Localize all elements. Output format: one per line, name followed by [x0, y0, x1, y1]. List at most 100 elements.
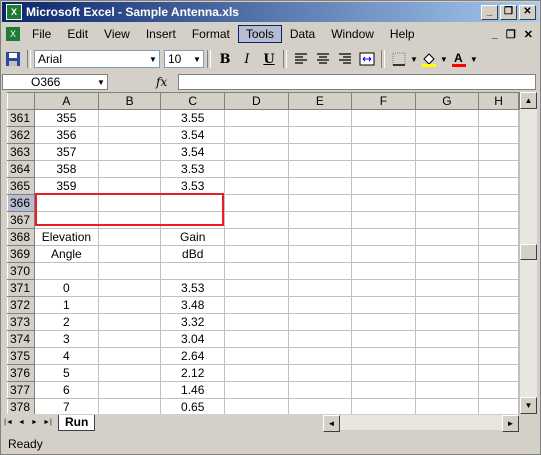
cell-b[interactable] — [97, 245, 162, 263]
cell-empty[interactable] — [287, 245, 353, 263]
cell-empty[interactable] — [414, 381, 480, 399]
align-center-icon[interactable] — [312, 48, 334, 70]
cell-empty[interactable] — [287, 160, 353, 178]
cell-a[interactable]: 0 — [33, 279, 99, 297]
row-header[interactable]: 362 — [7, 126, 35, 144]
restore-button[interactable]: ❐ — [500, 5, 517, 20]
menu-edit[interactable]: Edit — [59, 25, 96, 43]
column-header-d[interactable]: D — [224, 92, 289, 110]
cell-empty[interactable] — [414, 296, 480, 314]
cell-c[interactable]: dBd — [160, 245, 226, 263]
cell-a[interactable]: 4 — [33, 347, 99, 365]
cell-empty[interactable] — [478, 228, 519, 246]
cell-empty[interactable] — [351, 109, 416, 127]
column-header-f[interactable]: F — [351, 92, 416, 110]
cell-empty[interactable] — [478, 398, 519, 414]
save-icon[interactable] — [2, 48, 24, 70]
cell-empty[interactable] — [224, 381, 289, 399]
cell-empty[interactable] — [414, 109, 480, 127]
workbook-icon[interactable]: X — [6, 27, 20, 41]
cell-empty[interactable] — [414, 160, 480, 178]
row-header[interactable]: 378 — [7, 398, 35, 414]
cell-b[interactable] — [97, 211, 162, 229]
cell-empty[interactable] — [478, 262, 519, 280]
cell-b[interactable] — [97, 194, 162, 212]
borders-icon[interactable] — [388, 48, 410, 70]
close-button[interactable]: ✕ — [519, 5, 536, 20]
cell-empty[interactable] — [287, 228, 353, 246]
cell-empty[interactable] — [287, 126, 353, 144]
row-header[interactable]: 375 — [7, 347, 35, 365]
workbook-close-button[interactable]: ✕ — [524, 28, 533, 41]
cell-empty[interactable] — [287, 262, 353, 280]
cell-empty[interactable] — [287, 330, 353, 348]
scroll-thumb[interactable] — [520, 244, 537, 260]
cell-empty[interactable] — [351, 398, 416, 414]
cell-empty[interactable] — [478, 296, 519, 314]
cell-b[interactable] — [97, 279, 162, 297]
cell-b[interactable] — [97, 143, 162, 161]
menu-tools[interactable]: Tools — [237, 25, 282, 43]
row-header[interactable]: 374 — [7, 330, 35, 348]
cell-a[interactable]: 3 — [33, 330, 99, 348]
cell-empty[interactable] — [414, 364, 480, 382]
cell-empty[interactable] — [478, 347, 519, 365]
cell-a[interactable]: 358 — [33, 160, 99, 178]
cell-empty[interactable] — [414, 143, 480, 161]
cell-c[interactable]: 3.54 — [160, 126, 226, 144]
cell-empty[interactable] — [351, 330, 416, 348]
select-all-corner[interactable] — [7, 92, 35, 110]
cell-b[interactable] — [97, 398, 162, 414]
cell-b[interactable] — [97, 296, 162, 314]
row-header[interactable]: 372 — [7, 296, 35, 314]
cell-c[interactable] — [160, 194, 226, 212]
cell-empty[interactable] — [478, 330, 519, 348]
menu-file[interactable]: File — [24, 25, 59, 43]
cell-empty[interactable] — [224, 364, 289, 382]
row-header[interactable]: 364 — [7, 160, 35, 178]
cell-empty[interactable] — [224, 143, 289, 161]
cell-empty[interactable] — [287, 279, 353, 297]
cell-empty[interactable] — [224, 279, 289, 297]
cell-a[interactable]: 6 — [33, 381, 99, 399]
cell-c[interactable]: 3.53 — [160, 279, 226, 297]
cell-c[interactable]: Gain — [160, 228, 226, 246]
cell-c[interactable] — [160, 262, 226, 280]
scroll-down-icon[interactable]: ▼ — [520, 397, 537, 414]
cell-c[interactable]: 3.53 — [160, 177, 226, 195]
font-color-icon[interactable]: A — [448, 48, 470, 70]
cell-empty[interactable] — [414, 126, 480, 144]
cell-b[interactable] — [97, 177, 162, 195]
row-header[interactable]: 368 — [7, 228, 35, 246]
column-header-c[interactable]: C — [160, 92, 226, 110]
workbook-restore-button[interactable]: ❐ — [506, 28, 516, 41]
cell-empty[interactable] — [478, 160, 519, 178]
cell-b[interactable] — [97, 160, 162, 178]
cell-empty[interactable] — [414, 398, 480, 414]
cell-a[interactable]: 357 — [33, 143, 99, 161]
cell-a[interactable] — [33, 262, 99, 280]
menu-insert[interactable]: Insert — [138, 25, 184, 43]
cell-empty[interactable] — [224, 296, 289, 314]
cell-empty[interactable] — [287, 347, 353, 365]
cell-empty[interactable] — [478, 245, 519, 263]
cell-empty[interactable] — [287, 381, 353, 399]
row-header[interactable]: 361 — [7, 109, 35, 127]
cell-empty[interactable] — [351, 228, 416, 246]
cell-b[interactable] — [97, 381, 162, 399]
cell-empty[interactable] — [224, 347, 289, 365]
cell-a[interactable]: 5 — [33, 364, 99, 382]
cell-empty[interactable] — [287, 109, 353, 127]
cell-b[interactable] — [97, 364, 162, 382]
cell-c[interactable]: 2.12 — [160, 364, 226, 382]
cell-a[interactable] — [33, 211, 99, 229]
cell-c[interactable]: 3.55 — [160, 109, 226, 127]
horizontal-scrollbar[interactable]: ◄ ► — [323, 415, 519, 432]
chevron-down-icon[interactable]: ▼ — [95, 78, 107, 87]
cell-c[interactable] — [160, 211, 226, 229]
cell-a[interactable]: 359 — [33, 177, 99, 195]
row-header[interactable]: 369 — [7, 245, 35, 263]
chevron-down-icon[interactable]: ▼ — [440, 55, 448, 64]
name-box[interactable]: O366 ▼ — [2, 74, 108, 90]
cell-empty[interactable] — [351, 177, 416, 195]
